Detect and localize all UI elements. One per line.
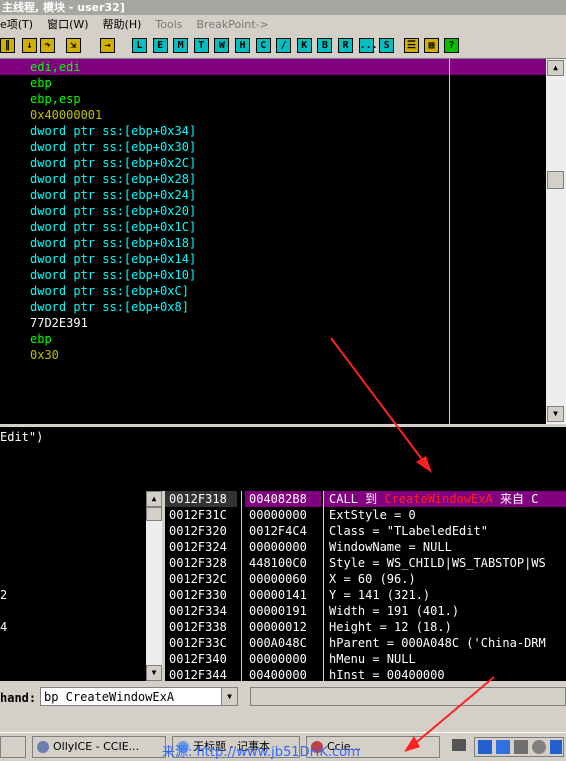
- arrow-line-1: [330, 337, 428, 467]
- annotation-arrows: [330, 337, 495, 752]
- arrow-head-2: [404, 736, 420, 752]
- arrow-head-1: [416, 456, 432, 473]
- arrow-line-2: [411, 676, 495, 747]
